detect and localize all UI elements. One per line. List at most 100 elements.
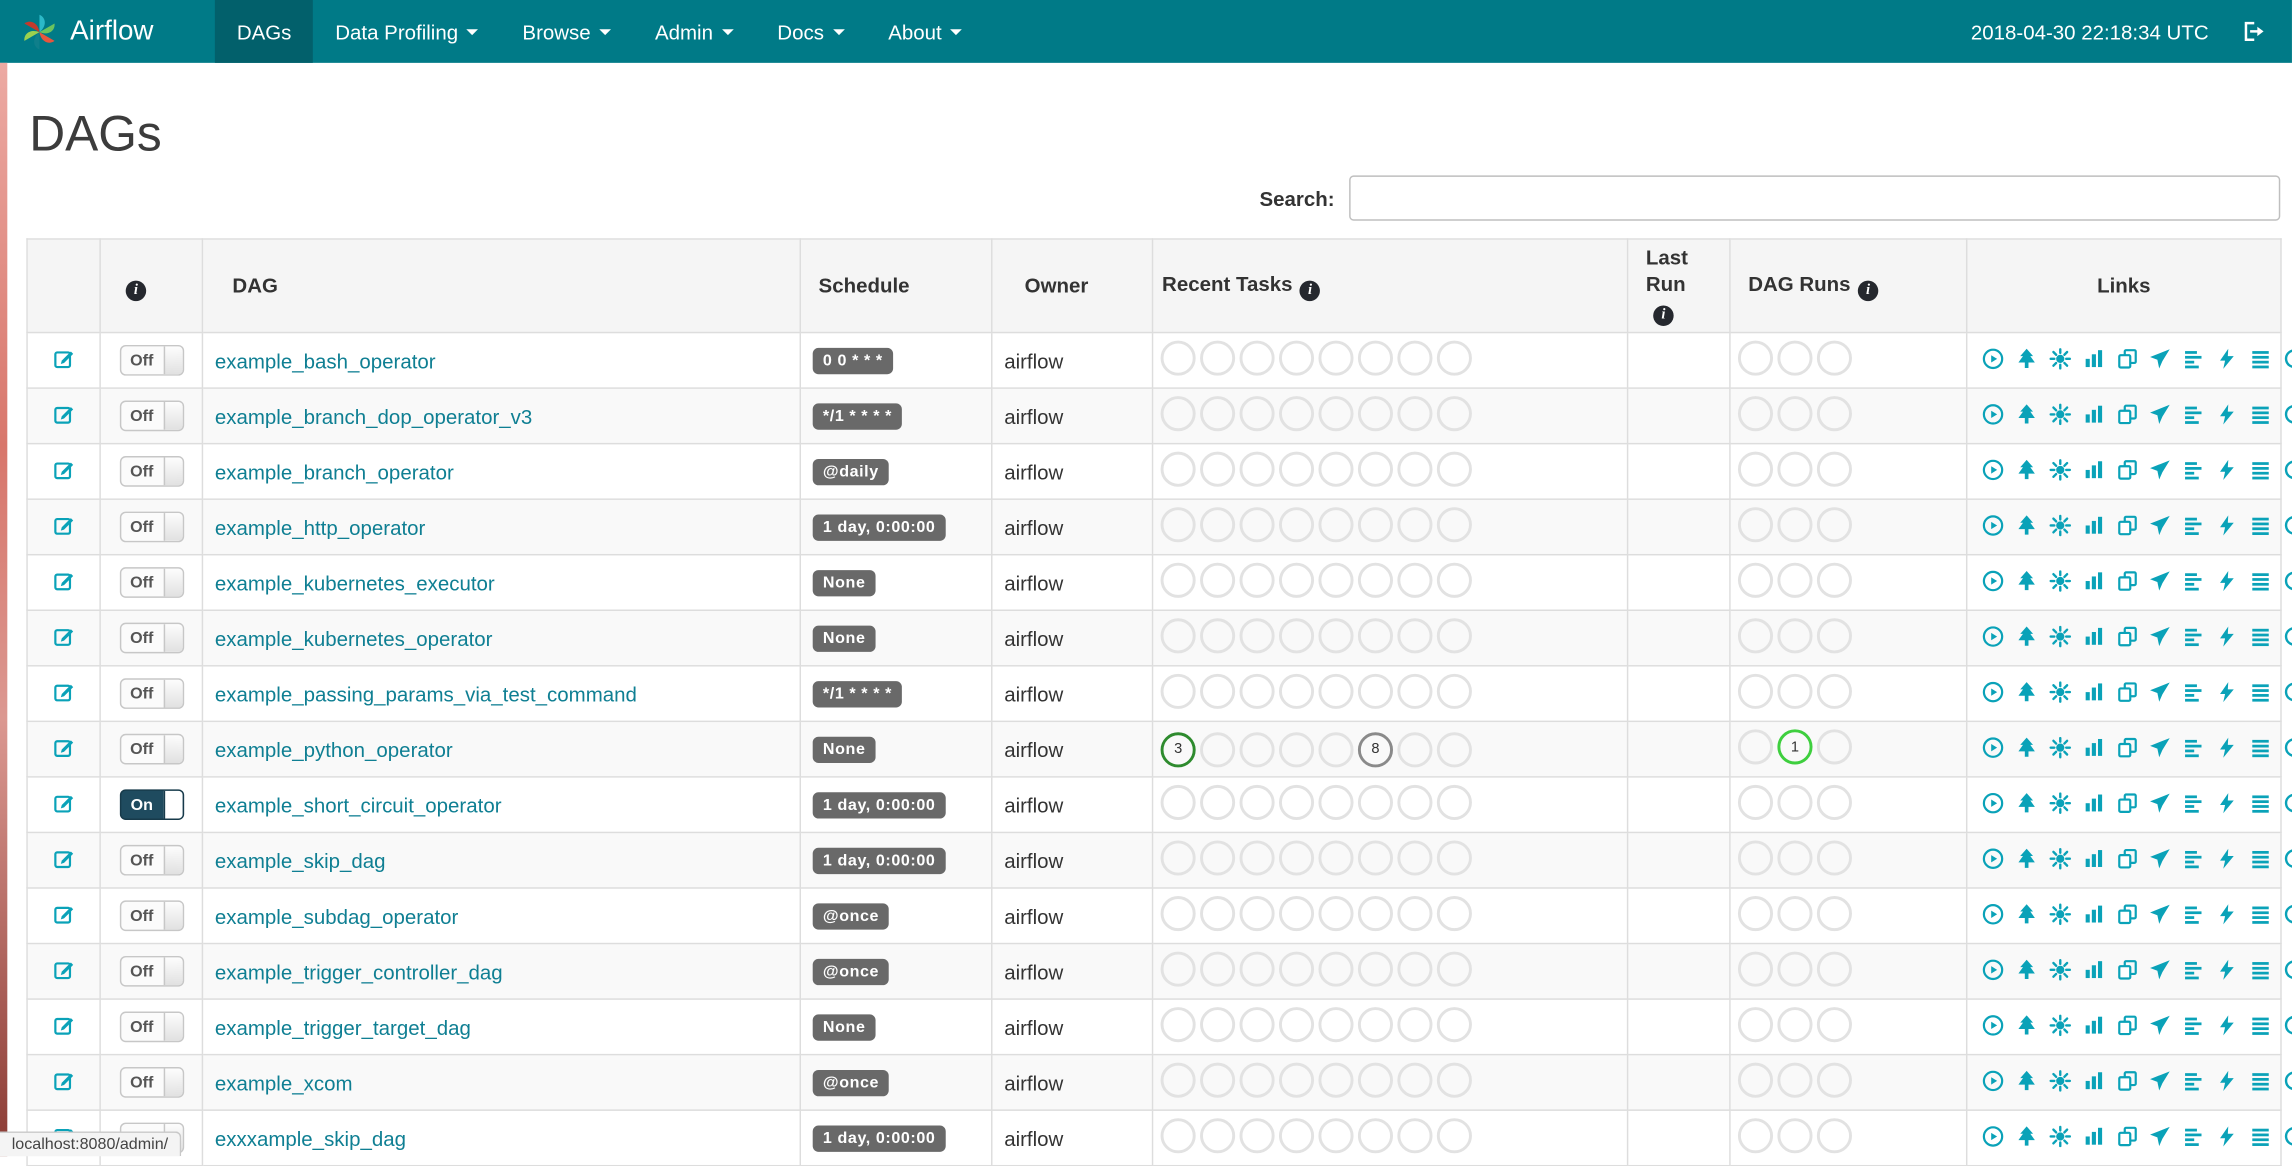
task-state-circle[interactable] xyxy=(1318,1007,1354,1043)
task-state-circle[interactable] xyxy=(1777,1118,1813,1154)
task-state-circle[interactable] xyxy=(1239,840,1275,876)
dag-link[interactable]: example_trigger_target_dag xyxy=(215,1015,471,1038)
task-tries-icon[interactable] xyxy=(2116,1069,2138,1091)
task-state-circle[interactable] xyxy=(1160,784,1196,821)
dag-pause-toggle[interactable]: Off xyxy=(119,900,184,932)
task-state-circle[interactable] xyxy=(1397,507,1433,543)
gantt-view-icon[interactable] xyxy=(2183,625,2205,647)
logs-icon[interactable] xyxy=(2250,403,2272,425)
task-duration-icon[interactable] xyxy=(2082,680,2104,702)
task-state-circle[interactable] xyxy=(1200,618,1236,654)
task-state-circle[interactable] xyxy=(1200,396,1236,432)
task-state-circle[interactable] xyxy=(1737,396,1774,432)
landing-times-icon[interactable] xyxy=(2149,736,2171,758)
dag-link[interactable]: example_skip_dag xyxy=(215,849,386,872)
refresh-dag-icon[interactable] xyxy=(2283,347,2292,369)
trigger-dag-icon[interactable] xyxy=(1982,403,2004,425)
trigger-dag-icon[interactable] xyxy=(1982,958,2004,980)
tree-view-icon[interactable] xyxy=(2016,1125,2038,1147)
task-state-circle[interactable] xyxy=(1278,1118,1315,1154)
task-duration-icon[interactable] xyxy=(2082,569,2104,591)
nav-item-browse[interactable]: Browse xyxy=(500,0,633,63)
graph-view-icon[interactable] xyxy=(2049,625,2071,647)
task-state-circle[interactable] xyxy=(1357,840,1394,876)
dag-pause-toggle[interactable]: Off xyxy=(119,678,184,709)
tree-view-icon[interactable] xyxy=(2016,625,2038,647)
landing-times-icon[interactable] xyxy=(2149,458,2171,480)
code-view-icon[interactable] xyxy=(2216,680,2238,702)
code-view-icon[interactable] xyxy=(2216,903,2238,925)
task-state-circle[interactable] xyxy=(1278,507,1315,543)
logs-icon[interactable] xyxy=(2250,847,2272,869)
task-state-circle[interactable]: 8 xyxy=(1357,731,1394,767)
landing-times-icon[interactable] xyxy=(2149,903,2171,925)
task-state-circle[interactable] xyxy=(1737,507,1774,543)
logs-icon[interactable] xyxy=(2250,1014,2272,1036)
logs-icon[interactable] xyxy=(2250,736,2272,758)
task-state-circle[interactable] xyxy=(1397,340,1433,376)
task-state-circle[interactable] xyxy=(1239,951,1275,987)
dag-link[interactable]: example_bash_operator xyxy=(215,349,436,372)
task-state-circle[interactable] xyxy=(1436,562,1472,598)
task-tries-icon[interactable] xyxy=(2116,792,2138,814)
landing-times-icon[interactable] xyxy=(2149,347,2171,369)
task-state-circle[interactable] xyxy=(1357,1118,1394,1154)
edit-dag-icon[interactable] xyxy=(53,1069,75,1091)
graph-view-icon[interactable] xyxy=(2049,792,2071,814)
graph-view-icon[interactable] xyxy=(2049,847,2071,869)
tree-view-icon[interactable] xyxy=(2016,347,2038,369)
task-state-circle[interactable] xyxy=(1777,1007,1813,1043)
refresh-dag-icon[interactable] xyxy=(2283,569,2292,591)
task-duration-icon[interactable] xyxy=(2082,625,2104,647)
task-state-circle[interactable] xyxy=(1239,562,1275,598)
task-state-circle[interactable] xyxy=(1737,729,1774,765)
task-state-circle[interactable] xyxy=(1239,507,1275,543)
task-state-circle[interactable] xyxy=(1160,396,1196,432)
task-state-circle[interactable] xyxy=(1160,951,1196,987)
task-state-circle[interactable] xyxy=(1318,896,1354,932)
edit-dag-icon[interactable] xyxy=(53,403,75,425)
task-state-circle[interactable] xyxy=(1239,731,1275,767)
landing-times-icon[interactable] xyxy=(2149,1069,2171,1091)
task-state-circle[interactable] xyxy=(1737,951,1774,987)
task-state-circle[interactable] xyxy=(1160,1118,1196,1154)
task-duration-icon[interactable] xyxy=(2082,1125,2104,1147)
refresh-dag-icon[interactable] xyxy=(2283,736,2292,758)
logs-icon[interactable] xyxy=(2250,1125,2272,1147)
task-state-circle[interactable] xyxy=(1397,451,1433,487)
edit-dag-icon[interactable] xyxy=(53,625,75,647)
trigger-dag-icon[interactable] xyxy=(1982,903,2004,925)
info-icon[interactable]: i xyxy=(1653,305,1674,326)
dag-link[interactable]: example_trigger_controller_dag xyxy=(215,960,503,983)
edit-dag-icon[interactable] xyxy=(53,736,75,758)
edit-dag-icon[interactable] xyxy=(53,958,75,980)
dag-pause-toggle[interactable]: Off xyxy=(119,511,184,543)
task-state-circle[interactable] xyxy=(1278,673,1315,709)
dag-link[interactable]: example_xcom xyxy=(215,1071,353,1094)
task-state-circle[interactable] xyxy=(1436,396,1472,432)
task-state-circle[interactable] xyxy=(1436,1062,1472,1098)
code-view-icon[interactable] xyxy=(2216,847,2238,869)
task-state-circle[interactable] xyxy=(1397,951,1433,987)
task-duration-icon[interactable] xyxy=(2082,736,2104,758)
task-duration-icon[interactable] xyxy=(2082,1014,2104,1036)
dag-pause-toggle[interactable]: Off xyxy=(119,1011,184,1043)
code-view-icon[interactable] xyxy=(2216,458,2238,480)
task-state-circle[interactable] xyxy=(1436,507,1472,543)
task-state-circle[interactable] xyxy=(1200,731,1236,767)
task-state-circle[interactable] xyxy=(1357,340,1394,376)
logs-icon[interactable] xyxy=(2250,680,2272,702)
task-state-circle[interactable] xyxy=(1200,951,1236,987)
task-state-circle[interactable] xyxy=(1436,673,1472,709)
task-state-circle[interactable] xyxy=(1318,451,1354,487)
task-state-circle[interactable] xyxy=(1737,618,1774,654)
airflow-brand[interactable]: Airflow xyxy=(0,0,174,63)
task-state-circle[interactable] xyxy=(1357,896,1394,932)
graph-view-icon[interactable] xyxy=(2049,1014,2071,1036)
trigger-dag-icon[interactable] xyxy=(1982,458,2004,480)
tree-view-icon[interactable] xyxy=(2016,680,2038,702)
task-state-circle[interactable] xyxy=(1278,951,1315,987)
gantt-view-icon[interactable] xyxy=(2183,569,2205,591)
task-state-circle[interactable] xyxy=(1200,1062,1236,1098)
tree-view-icon[interactable] xyxy=(2016,1014,2038,1036)
